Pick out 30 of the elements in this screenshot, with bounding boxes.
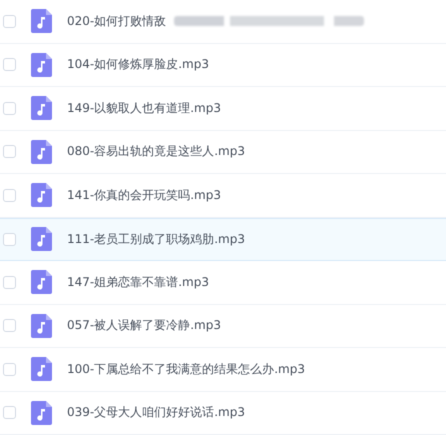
- file-name[interactable]: 080-容易出轨的竟是这些人.mp3: [67, 143, 245, 160]
- file-name[interactable]: 149-以貌取人也有道理.mp3: [67, 100, 221, 117]
- file-name[interactable]: 020-如何打败情敌: [67, 12, 166, 30]
- file-name[interactable]: 100-下属总给不了我满意的结果怎么办.mp3: [67, 360, 305, 378]
- file-name[interactable]: 057-被人误解了要冷静.mp3: [67, 317, 221, 334]
- audio-file-icon: [31, 227, 52, 252]
- audio-file-icon: [31, 52, 52, 77]
- audio-file-icon: [31, 314, 52, 338]
- file-name[interactable]: 147-姐弟恋靠不靠谱.mp3: [67, 274, 209, 291]
- checkbox[interactable]: [3, 406, 16, 420]
- checkbox[interactable]: [3, 145, 16, 158]
- file-name[interactable]: 111-老员工别成了职场鸡肋.mp3: [67, 230, 245, 248]
- checkbox[interactable]: [3, 102, 16, 115]
- file-name[interactable]: 141-你真的会开玩笑吗.mp3: [67, 186, 221, 204]
- checkbox[interactable]: [3, 319, 16, 332]
- audio-file-icon: [31, 96, 52, 120]
- checkbox[interactable]: [3, 14, 16, 28]
- audio-file-icon: [31, 357, 52, 382]
- checkbox[interactable]: [3, 188, 16, 202]
- checkbox[interactable]: [3, 362, 16, 376]
- audio-file-icon: [31, 183, 52, 208]
- audio-file-icon: [31, 9, 52, 34]
- audio-file-icon: [31, 140, 52, 164]
- audio-file-icon: [31, 270, 52, 294]
- audio-file-icon: [31, 400, 52, 425]
- checkbox[interactable]: [3, 58, 16, 72]
- checkbox[interactable]: [3, 232, 16, 246]
- checkbox[interactable]: [3, 276, 16, 289]
- file-name[interactable]: 104-如何修炼厚脸皮.mp3: [67, 56, 209, 74]
- file-name[interactable]: 039-父母大人咱们好好说话.mp3: [67, 404, 245, 422]
